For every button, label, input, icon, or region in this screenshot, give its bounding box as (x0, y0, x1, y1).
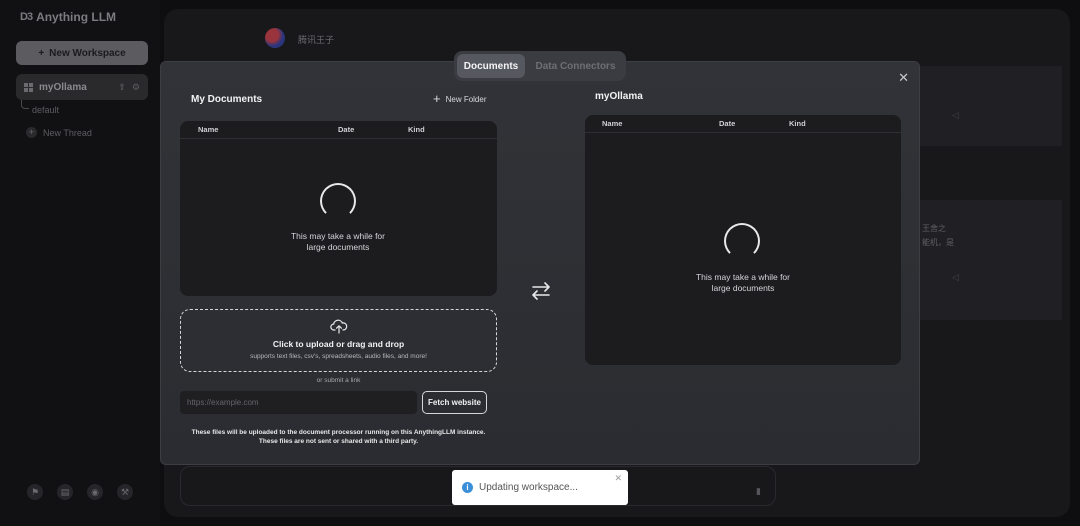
new-thread-button[interactable]: + New Thread (26, 127, 92, 138)
upload-main-text: Click to upload or drag and drop (272, 339, 405, 349)
fetch-website-button[interactable]: Fetch website (422, 391, 487, 414)
brand-mark: D3 (20, 11, 33, 23)
upload-dropzone[interactable]: Click to upload or drag and drop support… (180, 309, 497, 372)
speaker-icon[interactable]: ◁ (952, 272, 959, 283)
file-list-header: Name Date Kind (180, 121, 497, 139)
column-date[interactable]: Date (338, 125, 354, 134)
upload-icon[interactable]: ⇪ (118, 82, 126, 93)
brand-name: Anything LLM (36, 10, 117, 24)
new-folder-label: New Folder (445, 94, 487, 104)
mic-icon[interactable]: ▮ (756, 486, 761, 497)
docs-icon[interactable]: ▤ (57, 484, 73, 500)
close-icon[interactable]: ✕ (898, 70, 909, 86)
chat-message-bubble (918, 66, 1062, 146)
modal-tabs: Documents Data Connectors (454, 51, 626, 81)
swap-arrows-icon[interactable] (531, 282, 551, 300)
my-documents-file-list: Name Date Kind This may take a while for… (180, 121, 497, 296)
sidebar: D3 Anything LLM + New Workspace myOllama… (0, 0, 160, 526)
plus-circle-icon: + (26, 127, 37, 138)
new-folder-button[interactable]: + New Folder (433, 91, 487, 106)
column-date[interactable]: Date (719, 119, 735, 128)
settings-wrench-icon[interactable]: ⚒ (117, 484, 133, 500)
toast-close-icon[interactable]: ✕ (614, 473, 622, 484)
sidebar-footer: ⚑ ▤ ◉ ⚒ (27, 484, 133, 500)
app-logo: D3 Anything LLM (20, 10, 116, 24)
my-documents-title: My Documents (191, 94, 263, 105)
bot-name: 腾讯王子 (298, 35, 335, 45)
workspace-name: myOllama (39, 81, 87, 93)
new-workspace-label: New Workspace (49, 47, 126, 59)
toast-notification: i Updating workspace... ✕ (452, 470, 628, 505)
tab-documents[interactable]: Documents (457, 54, 525, 78)
column-kind[interactable]: Kind (408, 125, 425, 134)
url-input[interactable] (180, 391, 417, 414)
toast-message: Updating workspace... (479, 482, 578, 493)
or-submit-link-text: or submit a link (316, 377, 361, 384)
column-name[interactable]: Name (602, 119, 622, 128)
column-name[interactable]: Name (198, 125, 218, 134)
cloud-upload-icon (330, 319, 348, 334)
loading-spinner-icon (320, 183, 356, 219)
new-thread-label: New Thread (43, 127, 92, 138)
bot-avatar (265, 28, 285, 48)
speaker-icon[interactable]: ◁ (952, 110, 959, 121)
chat-message-bubble (918, 200, 1062, 320)
chat-message-text: 王舍之 能机，是 (922, 224, 954, 247)
workspace-grid-icon (24, 82, 33, 92)
file-list-header: Name Date Kind (585, 115, 901, 133)
workspace-file-list: Name Date Kind This may take a while for… (585, 115, 901, 365)
upload-sub-text: supports text files, csv's, spreadsheets… (250, 353, 427, 360)
sidebar-item-workspace[interactable]: myOllama ⇪ ⚙ (16, 74, 148, 100)
plus-icon: + (433, 91, 441, 106)
gear-icon[interactable]: ⚙ (132, 82, 140, 93)
discord-icon[interactable]: ◉ (87, 484, 103, 500)
loading-text: This may take a while for large document… (290, 231, 385, 252)
loading-spinner-icon (724, 223, 760, 259)
document-manager-modal: ✕ My Documents + New Folder Name Date Ki… (160, 61, 920, 465)
upload-disclaimer: These files will be uploaded to the docu… (191, 429, 486, 445)
workspace-documents-title: myOllama (595, 91, 643, 102)
thread-default[interactable]: default (32, 105, 59, 115)
plus-icon: + (38, 47, 45, 59)
column-kind[interactable]: Kind (789, 119, 806, 128)
community-icon[interactable]: ⚑ (27, 484, 43, 500)
loading-text: This may take a while for large document… (695, 272, 790, 293)
tab-data-connectors[interactable]: Data Connectors (528, 54, 623, 78)
thread-connector (21, 100, 29, 109)
new-workspace-button[interactable]: + New Workspace (16, 41, 148, 65)
info-icon: i (462, 482, 473, 493)
